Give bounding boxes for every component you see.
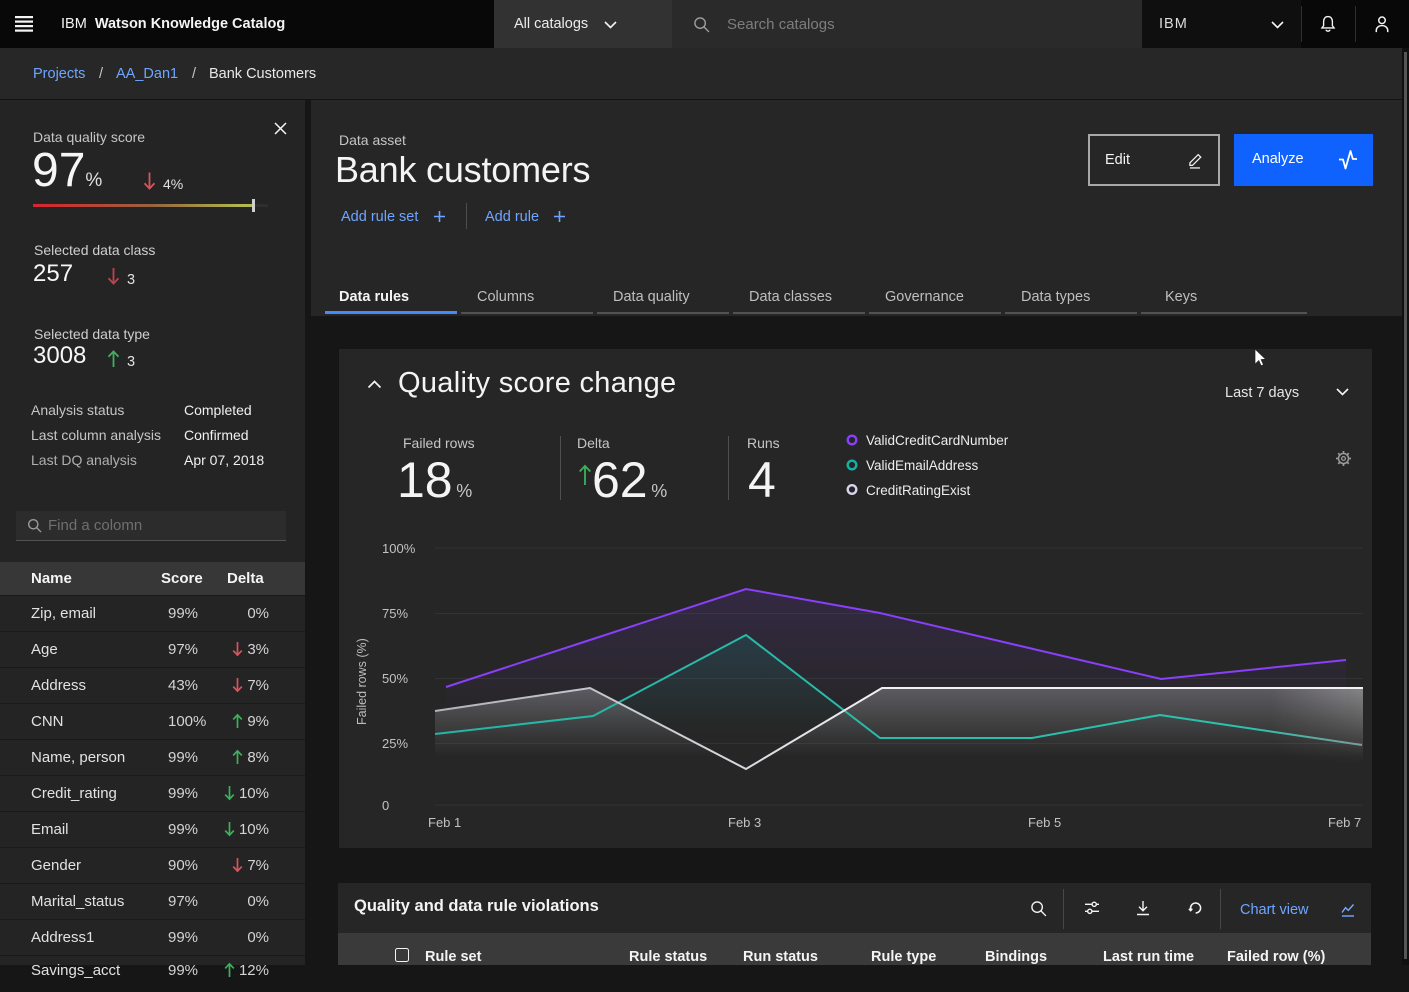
svg-text:75%: 75% xyxy=(382,606,408,621)
svg-text:Failed rows (%): Failed rows (%) xyxy=(355,638,369,725)
svg-text:100%: 100% xyxy=(382,541,416,556)
svg-text:Feb 7: Feb 7 xyxy=(1328,815,1361,830)
svg-text:Feb 3: Feb 3 xyxy=(728,815,761,830)
svg-text:0: 0 xyxy=(382,798,389,813)
svg-text:50%: 50% xyxy=(382,671,408,686)
svg-text:25%: 25% xyxy=(382,736,408,751)
svg-text:Feb 5: Feb 5 xyxy=(1028,815,1061,830)
svg-text:Feb 1: Feb 1 xyxy=(428,815,461,830)
